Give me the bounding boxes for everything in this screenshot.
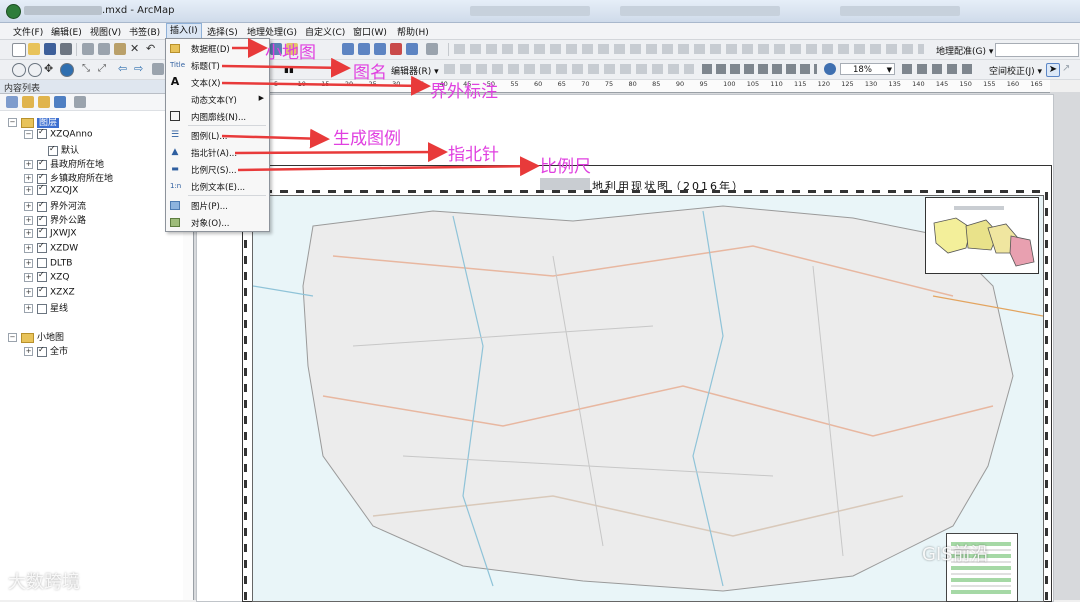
annotation-scale-bar: 比例尺	[540, 157, 591, 177]
arrow-legend	[221, 128, 330, 149]
arrow-north-arrow	[234, 142, 448, 163]
arrow-map-title	[221, 57, 351, 78]
watermark-right: GIS前沿	[922, 544, 989, 565]
annotation-outer-label: 界外标注	[430, 82, 498, 102]
arrow-scale-bar	[237, 156, 540, 177]
annotation-arrows	[221, 38, 540, 177]
watermark-left: 大数跨境	[8, 572, 80, 593]
annotation-north-arrow: 指北针	[448, 145, 499, 165]
arrow-outer-label	[221, 75, 431, 96]
annotation-inset-map: 小地图	[265, 43, 316, 63]
annotation-legend: 生成图例	[333, 129, 401, 149]
annotation-map-title: 图名	[353, 63, 387, 83]
